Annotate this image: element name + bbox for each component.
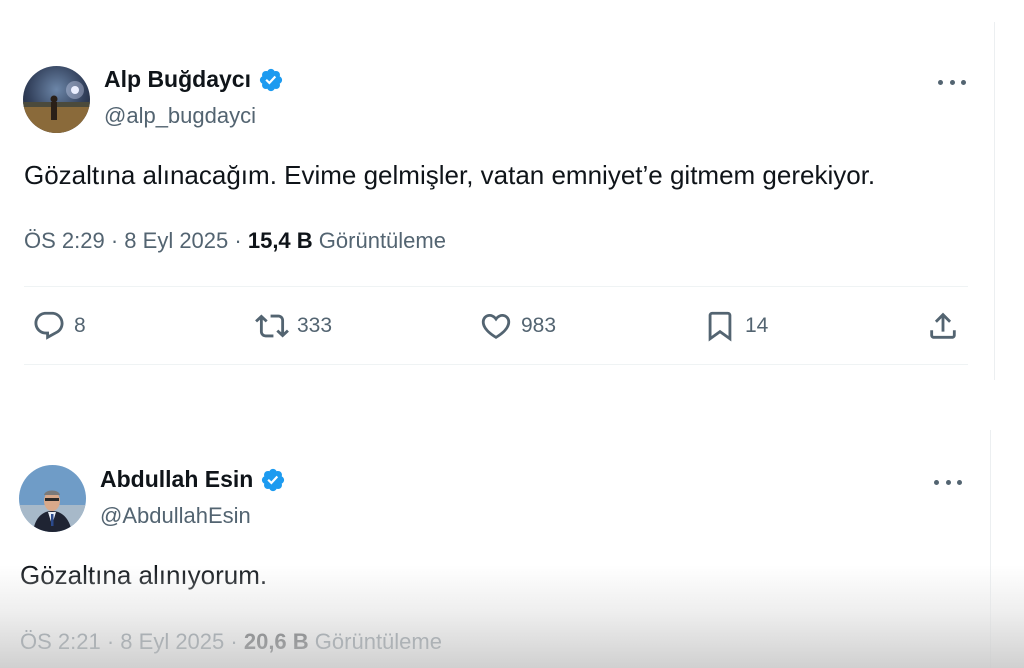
avatar[interactable] (23, 66, 90, 133)
bookmark-button[interactable]: 14 (703, 309, 768, 343)
author-name[interactable]: Alp Buğdaycı (104, 66, 251, 93)
tweet-meta: ÖS 2:29 · 8 Eyl 2025 · 15,4 B Görüntülem… (24, 228, 446, 253)
divider (24, 364, 968, 365)
avatar[interactable] (19, 465, 86, 532)
heart-icon (481, 313, 511, 339)
divider (24, 286, 968, 287)
tweet-meta: ÖS 2:21 · 8 Eyl 2025 · 20,6 B Görüntülem… (20, 629, 442, 654)
view-count: 20,6 B (243, 629, 309, 654)
bookmark-icon (708, 311, 732, 342)
tweet-card[interactable]: Abdullah Esin @AbdullahEsin Gözaltına al… (0, 400, 1000, 668)
tweet-text: Gözaltına alınacağım. Evime gelmişler, v… (24, 160, 876, 190)
reply-button[interactable]: 8 (32, 309, 86, 343)
tweet-card[interactable]: Alp Buğdaycı @alp_bugdayci Gözaltına alı… (0, 0, 1000, 380)
reply-count: 8 (74, 314, 86, 337)
repost-icon (255, 314, 289, 338)
tweet-date[interactable]: 8 Eyl 2025 (124, 228, 228, 253)
tweet-time[interactable]: ÖS 2:29 (24, 228, 105, 253)
more-icon[interactable] (934, 472, 962, 492)
bookmark-count: 14 (745, 314, 769, 337)
verified-badge-icon (259, 68, 283, 91)
share-icon (930, 312, 956, 339)
repost-button[interactable]: 333 (255, 309, 332, 343)
verified-badge-icon (262, 468, 285, 491)
reply-icon (34, 311, 64, 340)
author-handle[interactable]: @AbdullahEsin (100, 503, 251, 529)
author-name[interactable]: Abdullah Esin (100, 466, 253, 493)
author-row: Alp Buğdaycı (104, 66, 284, 93)
view-count: 15,4 B (247, 228, 313, 253)
author-handle[interactable]: @alp_bugdayci (104, 103, 256, 129)
view-label: Görüntüleme (314, 629, 442, 654)
like-count: 983 (521, 314, 557, 337)
author-row: Abdullah Esin (100, 466, 286, 493)
tweet-text: Gözaltına alınıyorum. (20, 560, 268, 590)
tweet-date[interactable]: 8 Eyl 2025 (120, 629, 224, 654)
repost-count: 333 (297, 314, 333, 337)
more-icon[interactable] (938, 72, 966, 92)
tweet-time[interactable]: ÖS 2:21 (20, 629, 101, 654)
view-label: Görüntüleme (318, 228, 446, 253)
like-button[interactable]: 983 (479, 309, 556, 343)
share-button[interactable] (926, 309, 968, 343)
